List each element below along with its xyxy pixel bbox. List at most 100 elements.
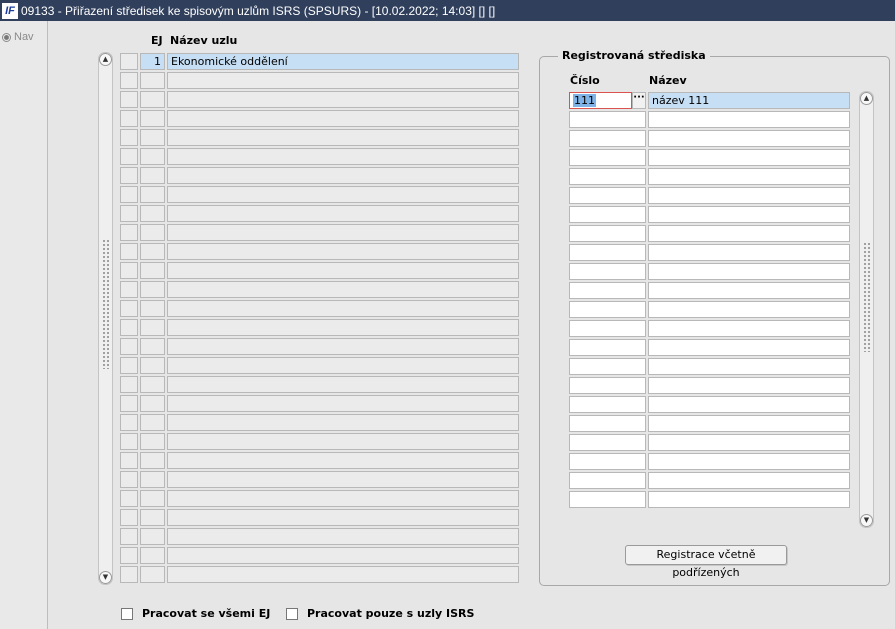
node-name-cell[interactable] (167, 262, 519, 279)
ej-cell[interactable] (140, 129, 165, 146)
row-selector[interactable] (120, 262, 138, 279)
scroll-down-icon[interactable]: ▼ (860, 514, 873, 527)
node-name-cell[interactable] (167, 414, 519, 431)
center-name-cell[interactable] (648, 263, 850, 280)
ej-cell[interactable] (140, 319, 165, 336)
center-name-cell[interactable] (648, 453, 850, 470)
ej-cell[interactable] (140, 110, 165, 127)
node-name-cell[interactable] (167, 319, 519, 336)
node-name-cell[interactable] (167, 452, 519, 469)
center-number-input[interactable] (569, 244, 646, 261)
center-name-cell[interactable] (648, 225, 850, 242)
ej-cell[interactable] (140, 376, 165, 393)
node-name-cell[interactable] (167, 243, 519, 260)
centers-scrollbar[interactable]: ▲ ▼ (859, 91, 874, 528)
ej-cell[interactable] (140, 471, 165, 488)
row-selector[interactable] (120, 243, 138, 260)
row-selector[interactable] (120, 566, 138, 583)
ej-cell[interactable] (140, 547, 165, 564)
row-selector[interactable] (120, 338, 138, 355)
center-number-input[interactable] (569, 396, 646, 413)
node-name-cell[interactable] (167, 547, 519, 564)
node-name-cell[interactable] (167, 205, 519, 222)
center-name-cell[interactable] (648, 168, 850, 185)
center-number-input[interactable] (569, 282, 646, 299)
center-number-input[interactable] (569, 130, 646, 147)
lov-button[interactable]: ··· (632, 92, 646, 109)
row-selector[interactable] (120, 471, 138, 488)
center-name-cell[interactable] (648, 149, 850, 166)
checkbox-icon[interactable] (286, 607, 298, 620)
center-name-cell[interactable] (648, 339, 850, 356)
node-name-cell[interactable] (167, 395, 519, 412)
center-number-input[interactable] (569, 301, 646, 318)
ej-cell[interactable] (140, 452, 165, 469)
row-selector[interactable] (120, 414, 138, 431)
work-with-isrs-nodes-only-checkbox[interactable]: Pracovat pouze s uzly ISRS (286, 607, 474, 620)
center-name-cell[interactable] (648, 301, 850, 318)
ej-cell[interactable] (140, 167, 165, 184)
row-selector[interactable] (120, 148, 138, 165)
center-number-input[interactable] (569, 149, 646, 166)
center-number-input[interactable] (569, 377, 646, 394)
node-name-cell[interactable] (167, 129, 519, 146)
center-number-input[interactable] (569, 168, 646, 185)
ej-cell[interactable] (140, 414, 165, 431)
center-number-input[interactable] (569, 263, 646, 280)
center-name-cell[interactable] (648, 358, 850, 375)
node-name-cell[interactable] (167, 471, 519, 488)
row-selector[interactable] (120, 319, 138, 336)
checkbox-icon[interactable] (121, 607, 133, 620)
scroll-down-icon[interactable]: ▼ (99, 571, 112, 584)
node-name-cell[interactable] (167, 376, 519, 393)
ej-cell[interactable] (140, 148, 165, 165)
ej-cell[interactable] (140, 509, 165, 526)
center-number-input[interactable] (569, 453, 646, 470)
ej-cell[interactable] (140, 528, 165, 545)
center-name-cell[interactable] (648, 377, 850, 394)
center-number-input[interactable] (569, 111, 646, 128)
center-name-cell[interactable] (648, 187, 850, 204)
row-selector[interactable] (120, 452, 138, 469)
ej-cell[interactable] (140, 490, 165, 507)
node-name-cell[interactable] (167, 490, 519, 507)
center-number-input[interactable] (569, 187, 646, 204)
ej-cell[interactable]: 1 (140, 53, 165, 70)
center-number-input[interactable] (569, 225, 646, 242)
row-selector[interactable] (120, 490, 138, 507)
center-name-cell[interactable]: název 111 (648, 92, 850, 109)
row-selector[interactable] (120, 528, 138, 545)
ej-cell[interactable] (140, 433, 165, 450)
ej-cell[interactable] (140, 243, 165, 260)
row-selector[interactable] (120, 433, 138, 450)
center-number-input[interactable] (569, 320, 646, 337)
ej-cell[interactable] (140, 566, 165, 583)
ej-cell[interactable] (140, 186, 165, 203)
ej-cell[interactable] (140, 281, 165, 298)
center-name-cell[interactable] (648, 206, 850, 223)
scroll-grip-icon[interactable] (863, 242, 870, 352)
center-number-input[interactable] (569, 415, 646, 432)
scroll-up-icon[interactable]: ▲ (860, 92, 873, 105)
ej-cell[interactable] (140, 224, 165, 241)
center-name-cell[interactable] (648, 320, 850, 337)
node-name-cell[interactable] (167, 167, 519, 184)
node-name-cell[interactable] (167, 224, 519, 241)
ej-cell[interactable] (140, 300, 165, 317)
center-number-input[interactable] (569, 472, 646, 489)
center-number-input[interactable] (569, 434, 646, 451)
node-name-cell[interactable] (167, 528, 519, 545)
row-selector[interactable] (120, 509, 138, 526)
register-including-subordinates-button[interactable]: Registrace včetně podřízených (625, 545, 787, 579)
center-name-cell[interactable] (648, 396, 850, 413)
node-name-cell[interactable] (167, 72, 519, 89)
node-name-cell[interactable] (167, 91, 519, 108)
center-number-input[interactable]: 111 (569, 92, 632, 109)
row-selector[interactable] (120, 300, 138, 317)
nodes-scrollbar[interactable]: ▲ ▼ (98, 52, 113, 585)
center-number-input[interactable] (569, 206, 646, 223)
node-name-cell[interactable] (167, 509, 519, 526)
row-selector[interactable] (120, 281, 138, 298)
node-name-cell[interactable] (167, 281, 519, 298)
center-name-cell[interactable] (648, 434, 850, 451)
